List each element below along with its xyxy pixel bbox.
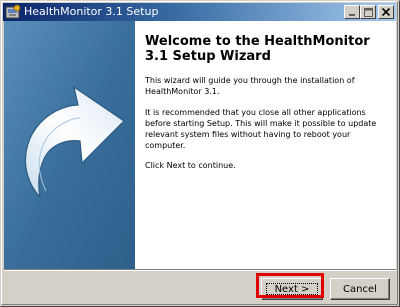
cancel-button[interactable]: Cancel (330, 278, 390, 300)
installer-app-icon[interactable] (5, 4, 21, 20)
maximize-button[interactable] (360, 5, 376, 19)
close-icon (382, 8, 390, 16)
wizard-content-pane: Welcome to the HealthMonitor 3.1 Setup W… (135, 21, 396, 269)
continue-instruction: Click Next to continue. (145, 161, 236, 170)
wizard-side-banner (4, 21, 135, 269)
setup-window: HealthMonitor 3.1 Setup Welcome to the H… (0, 0, 400, 307)
maximize-icon (363, 7, 373, 17)
button-area-separator (4, 269, 396, 271)
minimize-icon (349, 14, 355, 16)
window-title: HealthMonitor 3.1 Setup (24, 5, 159, 18)
welcome-heading: Welcome to the HealthMonitor 3.1 Setup W… (145, 34, 370, 64)
next-button-label: Next > (274, 283, 310, 295)
minimize-button[interactable] (344, 5, 360, 19)
intro-paragraph: This wizard will guide you through the i… (145, 76, 355, 96)
next-button[interactable]: Next > (261, 278, 323, 300)
title-bar[interactable]: HealthMonitor 3.1 Setup (3, 3, 396, 21)
curved-arrow-graphic (4, 21, 135, 269)
close-button[interactable] (378, 5, 394, 19)
recommendation-paragraph: It is recommended that you close all oth… (145, 108, 377, 150)
cancel-button-label: Cancel (343, 283, 377, 295)
